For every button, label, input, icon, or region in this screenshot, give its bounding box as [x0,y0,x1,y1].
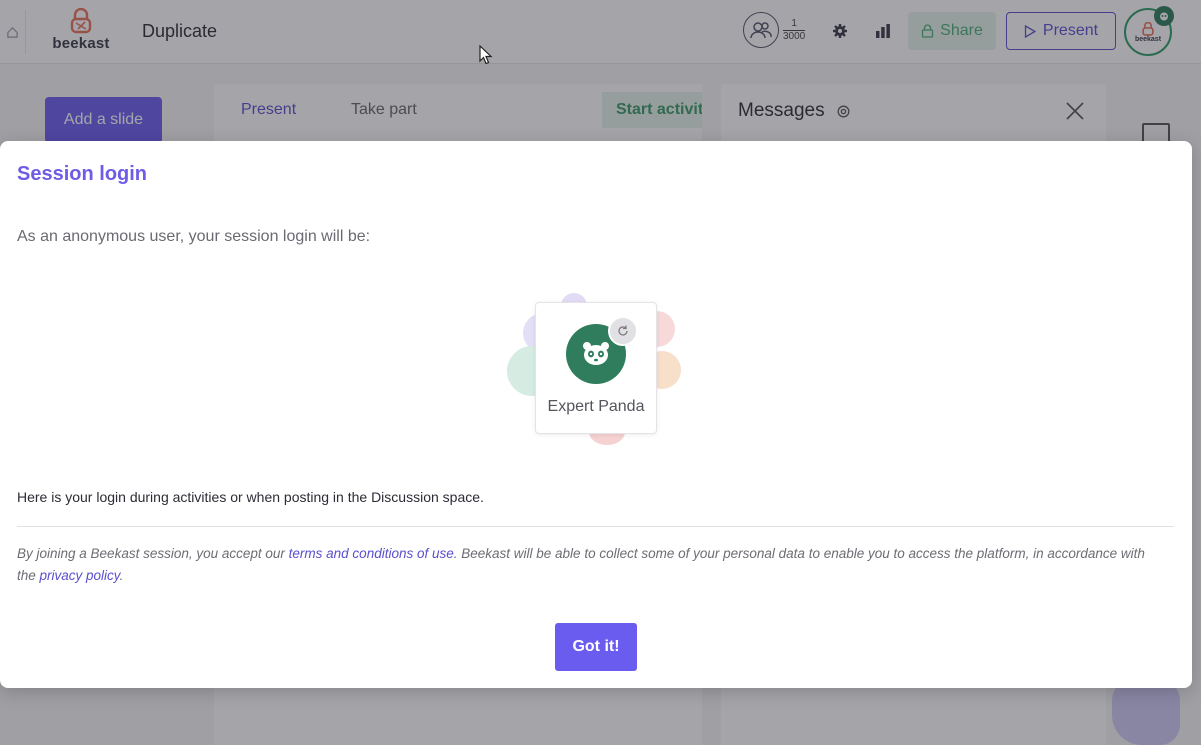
session-login-modal: Session login As an anonymous user, your… [0,141,1192,688]
legal-text: By joining a Beekast session, you accept… [17,543,1167,587]
avatar-name: Expert Panda [547,398,645,415]
login-note: Here is your login during activities or … [17,489,484,505]
got-it-button[interactable]: Got it! [555,623,637,671]
privacy-policy-link[interactable]: privacy policy [40,568,120,583]
refresh-avatar-button[interactable] [608,316,638,346]
modal-intro-text: As an anonymous user, your session login… [17,228,371,245]
avatar-card: Expert Panda [535,302,657,434]
legal-before: By joining a Beekast session, you accept… [17,546,289,561]
mouse-cursor-icon [479,45,493,65]
divider [17,526,1174,527]
modal-title: Session login [17,163,148,185]
terms-link[interactable]: terms and conditions of use [289,546,454,561]
legal-after: . [119,568,124,583]
refresh-icon [618,325,628,336]
